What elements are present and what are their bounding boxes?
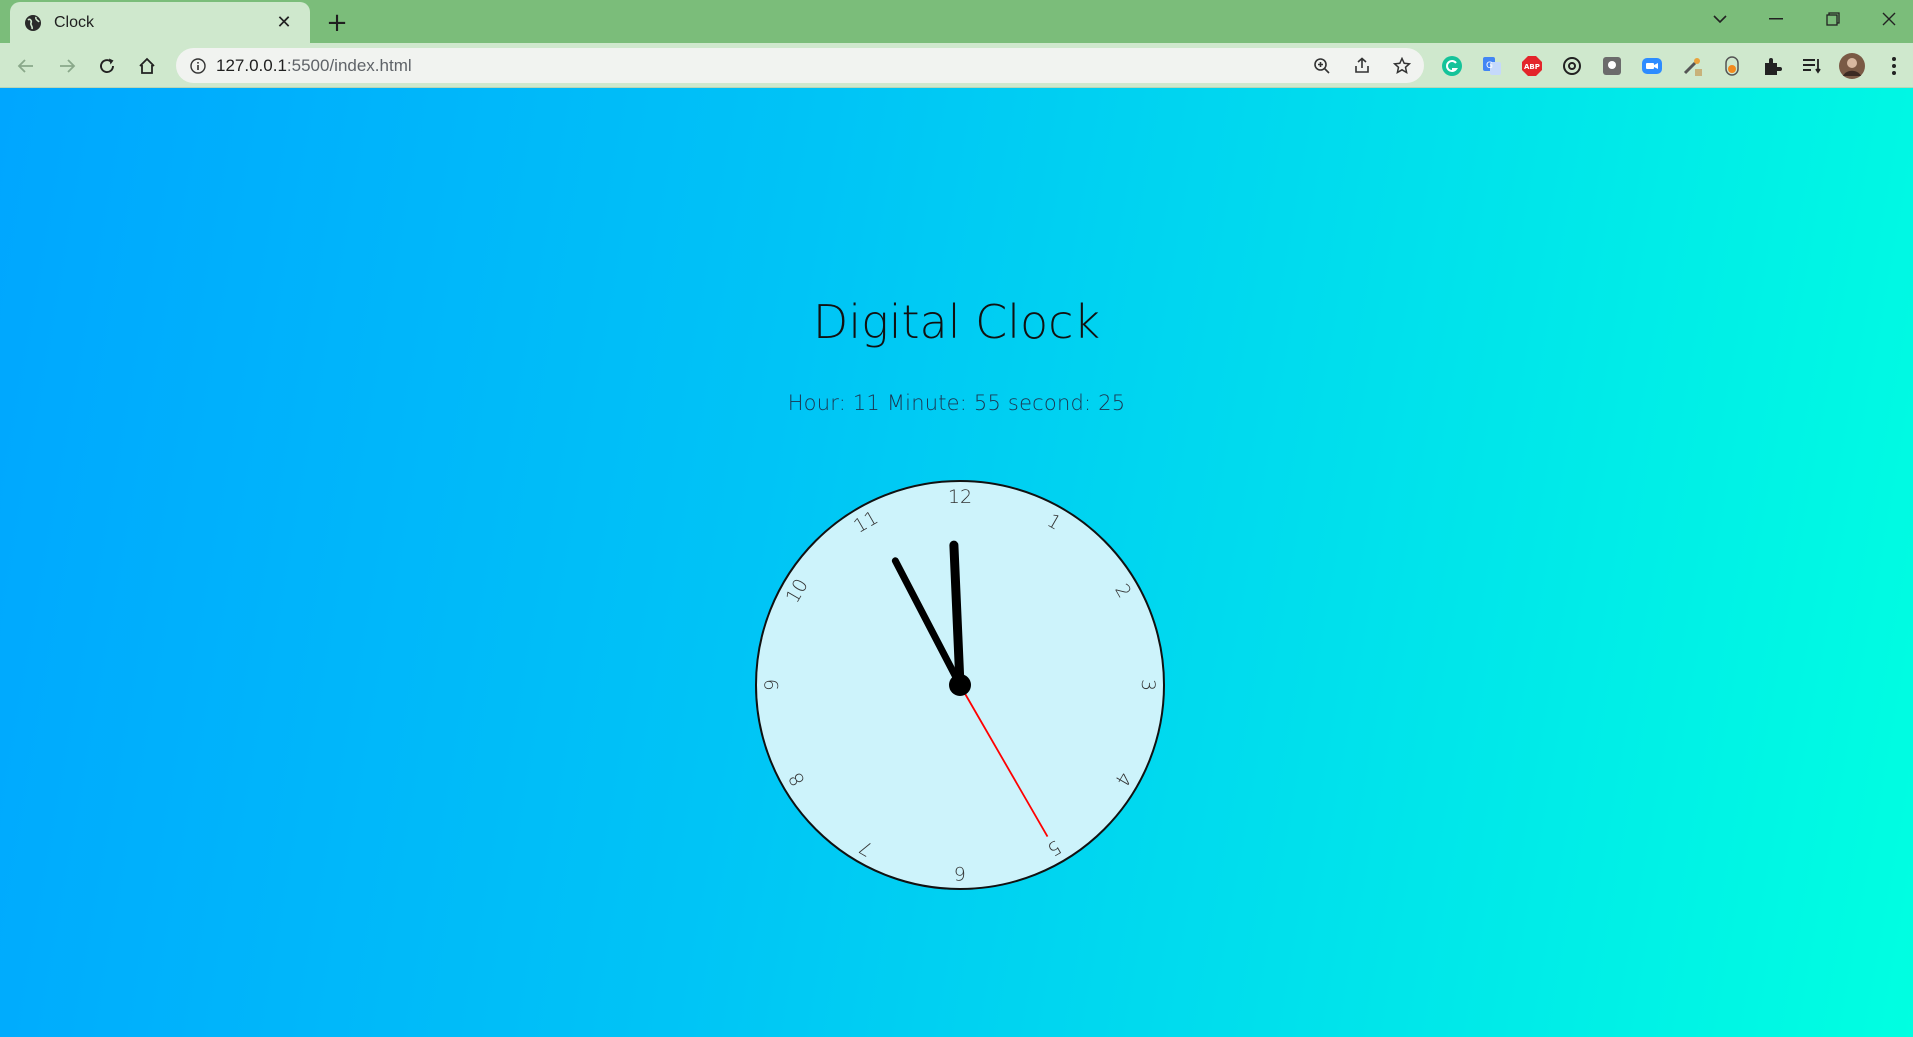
site-info-icon[interactable] bbox=[180, 48, 216, 83]
restore-icon[interactable] bbox=[1818, 6, 1848, 32]
hour-hand bbox=[949, 540, 965, 690]
address-bar[interactable]: 127.0.0.1:5500/index.html bbox=[176, 48, 1424, 83]
time-readout: Hour: 11 Minute: 55 second: 25 bbox=[787, 391, 1126, 415]
bookmark-star-icon[interactable] bbox=[1388, 52, 1416, 80]
home-icon[interactable] bbox=[131, 50, 163, 82]
url-path: :5500/index.html bbox=[286, 55, 412, 75]
page-content: Digital Clock Hour: 11 Minute: 55 second… bbox=[0, 88, 1913, 1037]
translate-icon[interactable]: G bbox=[1478, 52, 1506, 80]
tab-title: Clock bbox=[54, 13, 95, 31]
tab-strip: Clock ✕ + bbox=[0, 0, 1913, 43]
reload-icon[interactable] bbox=[91, 50, 123, 82]
minimize-icon[interactable] bbox=[1761, 6, 1791, 32]
tab-clock[interactable]: Clock ✕ bbox=[10, 2, 310, 43]
browser-toolbar: 127.0.0.1:5500/index.html G ABP bbox=[0, 43, 1913, 88]
clock-number: 6 bbox=[954, 862, 966, 884]
puzzle-icon[interactable] bbox=[1758, 52, 1786, 80]
at-icon[interactable] bbox=[1558, 52, 1586, 80]
globe-icon bbox=[24, 14, 42, 32]
clock-number: 9 bbox=[761, 679, 783, 691]
back-icon[interactable] bbox=[10, 50, 42, 82]
tab-search-icon[interactable] bbox=[1705, 6, 1735, 32]
new-tab-button[interactable]: + bbox=[322, 8, 352, 38]
window-close-icon[interactable] bbox=[1874, 6, 1904, 32]
page-title: Digital Clock bbox=[812, 295, 1101, 349]
eyedropper-icon[interactable] bbox=[1678, 52, 1706, 80]
share-icon[interactable] bbox=[1348, 52, 1376, 80]
reading-list-icon[interactable] bbox=[1798, 52, 1826, 80]
svg-text:G: G bbox=[1486, 61, 1493, 71]
zoom-ext-icon[interactable] bbox=[1638, 52, 1666, 80]
clock-number: 12 bbox=[948, 486, 972, 508]
adblock-icon[interactable]: ABP bbox=[1518, 52, 1546, 80]
analog-clock: 121234567891011 bbox=[755, 480, 1165, 890]
menu-kebab-icon[interactable] bbox=[1880, 52, 1908, 80]
profile-avatar[interactable] bbox=[1838, 52, 1866, 80]
gray-box-icon[interactable] bbox=[1598, 52, 1626, 80]
tab-close-icon[interactable]: ✕ bbox=[272, 11, 296, 35]
capture-icon[interactable] bbox=[1718, 52, 1746, 80]
grammarly-icon[interactable] bbox=[1438, 52, 1466, 80]
url-host: 127.0.0.1 bbox=[216, 55, 287, 75]
url-text: 127.0.0.1:5500/index.html bbox=[216, 56, 412, 76]
zoom-icon[interactable] bbox=[1308, 52, 1336, 80]
forward-icon[interactable] bbox=[51, 50, 83, 82]
clock-number: 3 bbox=[1137, 679, 1159, 691]
clock-center-pin bbox=[949, 674, 971, 696]
svg-text:ABP: ABP bbox=[1524, 63, 1540, 71]
